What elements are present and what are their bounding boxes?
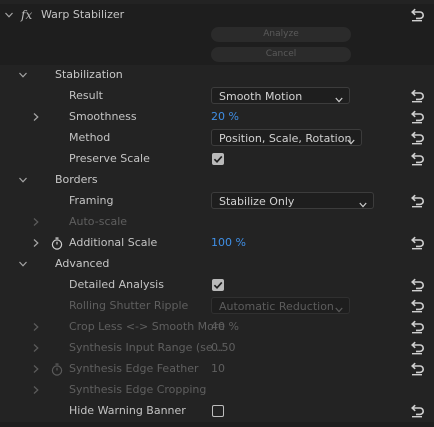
reset-parameter-icon[interactable] — [409, 362, 425, 376]
reset-parameter-icon[interactable] — [409, 278, 425, 292]
reset-parameter-icon[interactable] — [409, 404, 425, 418]
stopwatch-icon[interactable] — [51, 237, 63, 250]
dropdown-arrow-icon — [359, 198, 367, 204]
additional-scale-value[interactable]: 100 % — [211, 236, 246, 249]
additional-scale-row: Additional Scale 100 % — [0, 233, 434, 254]
hide-warning-label: Hide Warning Banner — [69, 404, 186, 417]
reset-parameter-icon[interactable] — [409, 320, 425, 334]
chevron-right-icon — [31, 385, 41, 395]
reset-parameter-icon[interactable] — [409, 152, 425, 166]
detailed-analysis-checkbox[interactable] — [212, 279, 224, 291]
reset-parameter-icon[interactable] — [409, 341, 425, 355]
preserve-scale-label: Preserve Scale — [69, 152, 150, 165]
effect-controls-panel: fx Warp Stabilizer Analyze Cancel Stabil… — [0, 0, 434, 427]
chevron-right-icon[interactable] — [31, 238, 41, 248]
hide-warning-row: Hide Warning Banner — [0, 401, 434, 422]
checkmark-icon — [212, 279, 224, 291]
crop-less-row: Crop Less <-> Smooth More 40 % — [0, 317, 434, 338]
chevron-right-icon — [31, 343, 41, 353]
detailed-analysis-row: Detailed Analysis — [0, 275, 434, 296]
stabilization-group[interactable]: Stabilization — [0, 65, 434, 86]
borders-group[interactable]: Borders — [0, 170, 434, 191]
advanced-heading: Advanced — [55, 257, 110, 270]
detailed-analysis-label: Detailed Analysis — [69, 278, 164, 291]
borders-heading: Borders — [55, 173, 98, 186]
auto-scale-label: Auto-scale — [69, 215, 128, 228]
synthesis-cropping-label: Synthesis Edge Cropping — [69, 383, 207, 396]
preserve-scale-checkbox[interactable] — [212, 153, 224, 165]
result-value: Smooth Motion — [219, 90, 303, 103]
method-dropdown[interactable]: Position, Scale, Rotation — [211, 129, 362, 146]
analyze-button[interactable]: Analyze — [211, 27, 351, 42]
auto-scale-row: Auto-scale — [0, 212, 434, 233]
dropdown-arrow-icon — [335, 93, 343, 99]
reset-parameter-icon[interactable] — [409, 131, 425, 145]
advanced-group[interactable]: Advanced — [0, 254, 434, 275]
reset-parameter-icon[interactable] — [409, 110, 425, 124]
crop-less-label: Crop Less <-> Smooth More — [69, 320, 225, 333]
method-value: Position, Scale, Rotation — [219, 132, 352, 145]
additional-scale-label: Additional Scale — [69, 236, 158, 249]
hide-warning-checkbox[interactable] — [212, 405, 224, 417]
stabilization-heading: Stabilization — [55, 68, 123, 81]
chevron-right-icon[interactable] — [31, 112, 41, 122]
chevron-down-icon[interactable] — [18, 70, 28, 80]
synthesis-input-value: 0.50 — [211, 341, 236, 354]
chevron-right-icon — [31, 322, 41, 332]
smoothness-row: Smoothness 20 % — [0, 107, 434, 128]
reset-parameter-icon[interactable] — [409, 194, 425, 208]
dropdown-arrow-icon — [347, 135, 355, 141]
smoothness-label: Smoothness — [69, 110, 137, 123]
crop-less-value: 40 % — [211, 320, 239, 333]
method-row: Method Position, Scale, Rotation — [0, 128, 434, 149]
effect-header-row[interactable]: fx Warp Stabilizer — [0, 5, 434, 26]
synthesis-feather-value: 10 — [211, 362, 225, 375]
framing-dropdown[interactable]: Stabilize Only — [211, 192, 374, 209]
rolling-shutter-row: Rolling Shutter Ripple Automatic Reducti… — [0, 296, 434, 317]
framing-value: Stabilize Only — [219, 195, 295, 208]
framing-label: Framing — [69, 194, 114, 207]
chevron-right-icon — [31, 217, 41, 227]
result-label: Result — [69, 89, 103, 102]
chevron-down-icon[interactable] — [18, 259, 28, 269]
preserve-scale-row: Preserve Scale — [0, 149, 434, 170]
scrolled-content-edge — [0, 0, 434, 4]
rolling-shutter-dropdown: Automatic Reduction — [211, 297, 350, 314]
rolling-shutter-value: Automatic Reduction — [219, 300, 334, 313]
chevron-right-icon — [31, 364, 41, 374]
synthesis-input-label: Synthesis Input Range (se... — [69, 341, 224, 354]
synthesis-feather-row: Synthesis Edge Feather 10 — [0, 359, 434, 380]
reset-parameter-icon[interactable] — [409, 299, 425, 313]
result-row: Result Smooth Motion — [0, 86, 434, 107]
reset-parameter-icon[interactable] — [409, 89, 425, 103]
dropdown-arrow-icon — [335, 303, 343, 309]
cancel-button[interactable]: Cancel — [211, 47, 351, 62]
chevron-down-icon[interactable] — [18, 175, 28, 185]
smoothness-value[interactable]: 20 % — [211, 110, 239, 123]
stopwatch-icon — [51, 363, 63, 376]
synthesis-input-row: Synthesis Input Range (se... 0.50 — [0, 338, 434, 359]
effect-name: Warp Stabilizer — [41, 8, 125, 21]
synthesis-feather-label: Synthesis Edge Feather — [69, 362, 199, 375]
reset-parameter-icon[interactable] — [409, 236, 425, 250]
chevron-down-icon[interactable] — [4, 10, 14, 20]
framing-row: Framing Stabilize Only — [0, 191, 434, 212]
result-dropdown[interactable]: Smooth Motion — [211, 87, 350, 104]
checkmark-icon — [212, 153, 224, 165]
reset-parameter-icon[interactable] — [409, 8, 425, 22]
synthesis-cropping-row: Synthesis Edge Cropping — [0, 380, 434, 401]
method-label: Method — [69, 131, 111, 144]
rolling-shutter-label: Rolling Shutter Ripple — [69, 299, 189, 312]
fx-badge[interactable]: fx — [21, 8, 32, 22]
